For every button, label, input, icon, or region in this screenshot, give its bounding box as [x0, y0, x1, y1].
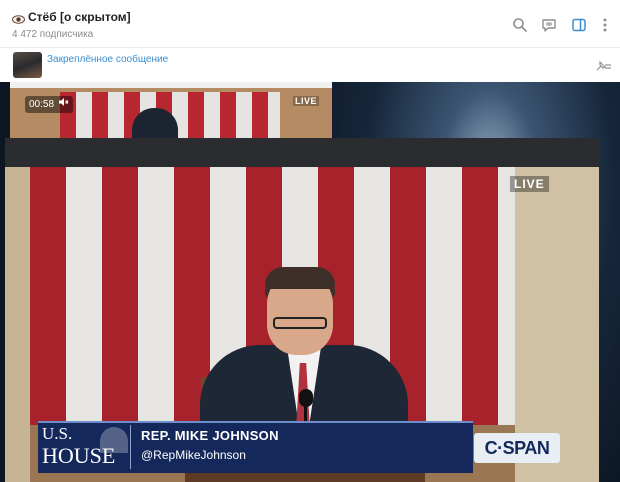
cspan-logo: C·SPAN [474, 433, 560, 463]
lower-third-accent [38, 421, 473, 423]
speaker-glasses [273, 317, 327, 329]
comments-icon[interactable] [541, 17, 557, 33]
video-time-badge[interactable]: 00:58 [25, 96, 74, 113]
search-icon[interactable] [512, 17, 528, 33]
house-logo: U.S. HOUSE [42, 425, 128, 469]
channel-title: Стёб [о скрытом] [12, 10, 131, 24]
pillar-left [5, 167, 30, 482]
chat-header: Стёб [о скрытом] 4 472 подписчика [0, 0, 620, 47]
video-time: 00:58 [29, 99, 55, 110]
speaker-handle: @RepMikeJohnson [141, 448, 246, 462]
video-divider-band [5, 138, 599, 168]
subscriber-count: 4 472 подписчика [12, 29, 94, 40]
unpin-icon[interactable] [594, 59, 612, 71]
speaker-hair-top [265, 267, 335, 289]
logo-us: U.S. [42, 424, 73, 443]
eye-icon [12, 13, 25, 24]
media-area: 00:58 LIVE LIVE U.S. HOUSE REP. MIKE JOH… [0, 82, 620, 482]
pinned-thumbnail [13, 52, 42, 78]
channel-title-text: Стёб [о скрытом] [28, 10, 131, 24]
lower-third: U.S. HOUSE REP. MIKE JOHNSON @RepMikeJoh… [38, 421, 473, 473]
channel-info[interactable]: Стёб [о скрытом] 4 472 подписчика [12, 10, 131, 40]
speaker-muted-icon[interactable] [58, 96, 69, 113]
more-vertical-icon[interactable] [597, 17, 613, 33]
sidebar-toggle-icon[interactable] [571, 17, 587, 33]
pinned-message-bar[interactable]: Закреплённое сообщение [0, 47, 620, 82]
caption-strip [10, 82, 332, 88]
live-badge-small: LIVE [293, 96, 320, 106]
logo-house: HOUSE [42, 443, 116, 468]
pinned-label: Закреплённое сообщение [47, 54, 169, 65]
lower-third-divider [130, 425, 131, 469]
speaker-name: REP. MIKE JOHNSON [141, 428, 279, 443]
live-badge: LIVE [510, 176, 549, 192]
